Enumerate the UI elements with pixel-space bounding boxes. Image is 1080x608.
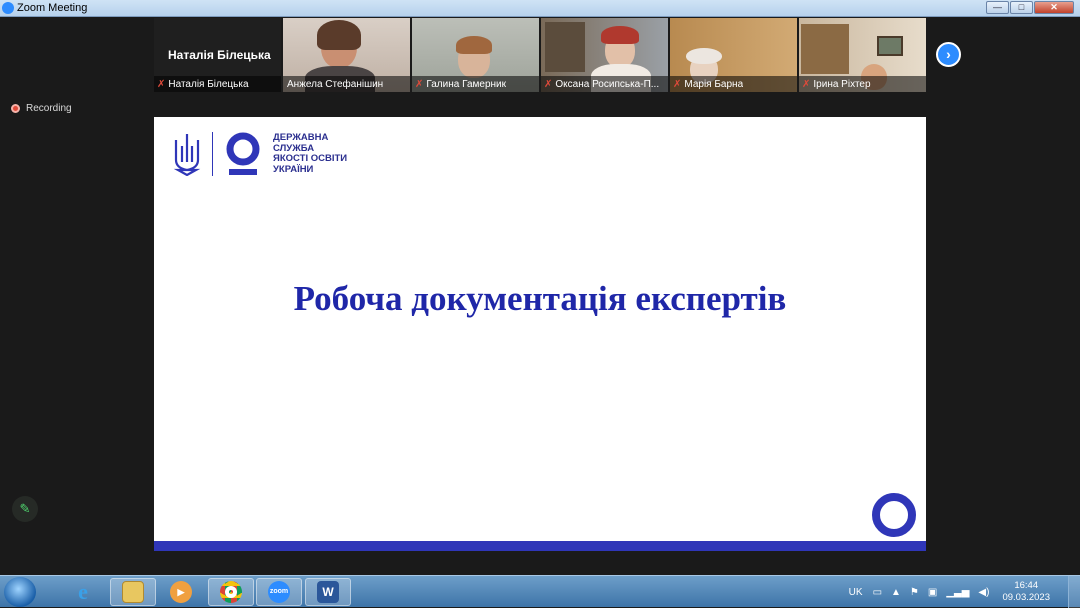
windows-taskbar: e ▶ zoom W UK ▭ ▲ ⚑ ▣ ▁▃▅ ◀) 16:44 09.03… bbox=[0, 575, 1080, 608]
participant-name: Марія Барна bbox=[684, 78, 744, 90]
volume-icon[interactable]: ◀) bbox=[978, 587, 989, 598]
participant-display-name: Наталія Білецька bbox=[168, 48, 271, 62]
signal-icon[interactable]: ▁▃▅ bbox=[946, 587, 969, 598]
participant-tile[interactable]: ✗ Галина Гамерник bbox=[412, 18, 539, 92]
zoom-icon: zoom bbox=[268, 581, 290, 603]
meeting-area: Наталія Білецька ✗ Наталія Білецька Анже… bbox=[0, 18, 1080, 575]
muted-mic-icon: ✗ bbox=[802, 78, 811, 90]
clock-time: 16:44 bbox=[1014, 580, 1039, 591]
system-tray: UK ▭ ▲ ⚑ ▣ ▁▃▅ ◀) 16:44 09.03.2023 bbox=[849, 576, 1080, 608]
logo-mark-icon bbox=[226, 132, 260, 175]
muted-mic-icon: ✗ bbox=[544, 78, 553, 90]
logo-text-line: УКРАЇНИ bbox=[273, 163, 314, 175]
close-button[interactable]: ✕ bbox=[1034, 1, 1074, 14]
participant-name: Ірина Ріхтер bbox=[813, 78, 871, 90]
media-player-icon: ▶ bbox=[170, 581, 192, 603]
logo-text-line: ЯКОСТІ ОСВІТИ bbox=[273, 153, 348, 164]
folder-icon bbox=[122, 581, 144, 603]
chrome-icon bbox=[220, 581, 242, 603]
organization-logo: ДЕРЖАВНА СЛУЖБА ЯКОСТІ ОСВІТИ УКРАЇНИ bbox=[172, 131, 347, 177]
clock[interactable]: 16:44 09.03.2023 bbox=[1002, 580, 1050, 604]
maximize-button[interactable]: □ bbox=[1010, 1, 1033, 14]
internet-explorer-icon: e bbox=[78, 579, 88, 604]
chrome-button[interactable] bbox=[208, 578, 254, 606]
participant-name: Галина Гамерник bbox=[426, 78, 506, 90]
muted-mic-icon: ✗ bbox=[673, 78, 682, 90]
window-titlebar: Zoom Meeting — □ ✕ bbox=[0, 0, 1080, 17]
keyboard-icon[interactable]: ▭ bbox=[873, 587, 882, 598]
show-hidden-icons-icon[interactable]: ▲ bbox=[891, 587, 901, 598]
participant-tile[interactable]: Наталія Білецька ✗ Наталія Білецька bbox=[154, 18, 281, 92]
zoom-taskbar-button[interactable]: zoom bbox=[256, 578, 302, 606]
window-title: Zoom Meeting bbox=[17, 2, 88, 14]
participant-strip: Наталія Білецька ✗ Наталія Білецька Анже… bbox=[154, 18, 926, 92]
trident-icon bbox=[173, 134, 201, 176]
participant-name: Оксана Росипська-П... bbox=[555, 78, 660, 90]
slide-footer-bar bbox=[154, 541, 926, 551]
participant-tile[interactable]: ✗ Оксана Росипська-П... bbox=[541, 18, 668, 92]
zoom-app-icon bbox=[2, 2, 14, 14]
logo-divider bbox=[212, 132, 213, 176]
participant-tile[interactable]: ✗ Марія Барна bbox=[670, 18, 797, 92]
language-indicator[interactable]: UK bbox=[849, 587, 863, 598]
participant-tile[interactable]: Анжела Стефанішин bbox=[283, 18, 410, 92]
word-taskbar-button[interactable]: W bbox=[305, 578, 351, 606]
slide-title: Робоча документація експертів bbox=[293, 279, 787, 318]
participant-tile[interactable]: ✗ Ірина Ріхтер bbox=[799, 18, 926, 92]
minimize-button[interactable]: — bbox=[986, 1, 1009, 14]
action-center-icon[interactable]: ⚑ bbox=[910, 587, 919, 598]
record-icon bbox=[11, 104, 20, 113]
logo-text-line: ДЕРЖАВНА bbox=[273, 132, 329, 143]
internet-explorer-button[interactable]: e bbox=[60, 578, 106, 606]
word-icon: W bbox=[317, 581, 339, 603]
participant-name: Наталія Білецька bbox=[168, 78, 249, 90]
start-button[interactable] bbox=[4, 577, 36, 607]
media-player-button[interactable]: ▶ bbox=[158, 578, 204, 606]
chevron-right-icon[interactable]: › bbox=[936, 42, 961, 67]
muted-mic-icon: ✗ bbox=[415, 78, 424, 90]
shared-screen-slide: ДЕРЖАВНА СЛУЖБА ЯКОСТІ ОСВІТИ УКРАЇНИ Ро… bbox=[154, 117, 926, 551]
clock-date: 09.03.2023 bbox=[1002, 592, 1050, 603]
network-alert-icon[interactable]: ▣ bbox=[928, 587, 937, 598]
explorer-button[interactable] bbox=[110, 578, 156, 606]
recording-indicator: Recording bbox=[11, 103, 72, 114]
participant-name: Анжела Стефанішин bbox=[287, 78, 384, 90]
recording-label: Recording bbox=[26, 103, 72, 114]
pencil-icon[interactable]: ✎ bbox=[12, 496, 38, 522]
show-desktop-button[interactable] bbox=[1068, 576, 1080, 608]
ring-logo-icon bbox=[872, 493, 916, 537]
muted-mic-icon: ✗ bbox=[157, 78, 166, 90]
